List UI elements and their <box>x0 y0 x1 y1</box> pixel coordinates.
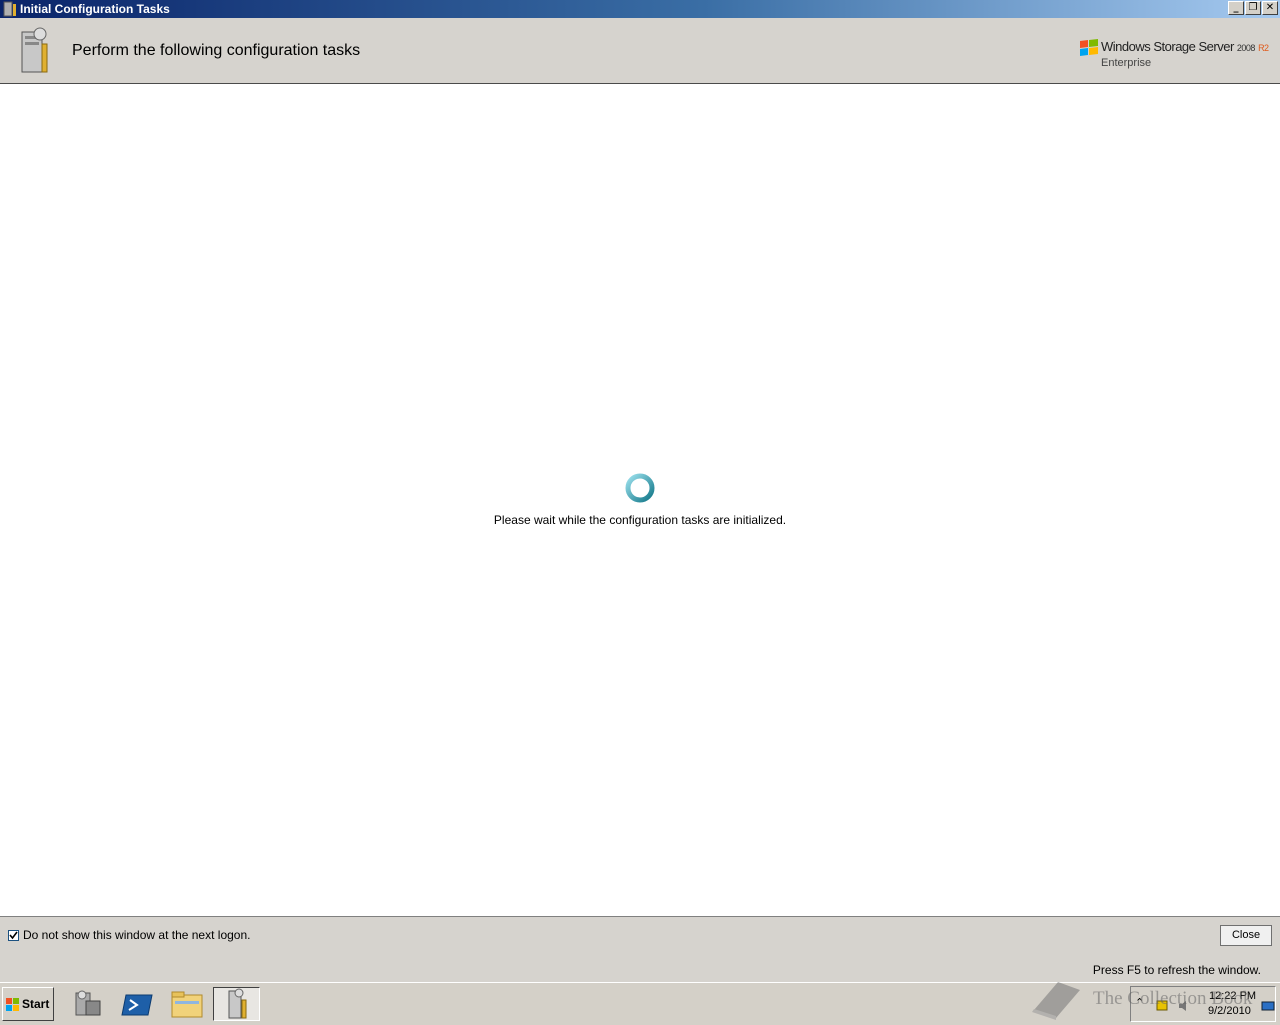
footer-bar: Do not show this window at the next logo… <box>0 916 1280 957</box>
server-manager-icon[interactable] <box>70 987 106 1021</box>
product-name: Windows Storage Server 2008 R2 <box>1101 39 1269 54</box>
loading-message: Please wait while the configuration task… <box>493 513 787 527</box>
server-tools-icon <box>21 27 48 73</box>
minimize-button[interactable]: _ <box>1228 1 1244 15</box>
windows-flag-icon <box>6 998 19 1011</box>
watermark-text: The Collection Book <box>1093 988 1253 1009</box>
header-banner: Perform the following configuration task… <box>0 18 1280 84</box>
start-button[interactable]: Start <box>2 987 54 1021</box>
book-icon <box>1032 982 1080 1020</box>
window-title: Initial Configuration Tasks <box>20 2 170 16</box>
initial-configuration-tasks-icon <box>228 988 247 1019</box>
do-not-show-label[interactable]: Do not show this window at the next logo… <box>23 928 250 942</box>
do-not-show-checkbox[interactable] <box>8 930 19 941</box>
initial-configuration-tasks-taskbar-button[interactable] <box>213 987 260 1021</box>
close-button[interactable]: Close <box>1220 925 1272 946</box>
windows-storage-server-logo: Windows Storage Server 2008 R2 Enterpris… <box>1075 36 1280 76</box>
main-content: Please wait while the configuration task… <box>0 84 1280 916</box>
refresh-hint: Press F5 to refresh the window. <box>1092 963 1261 977</box>
checkmark-icon <box>9 931 18 940</box>
title-bar: Initial Configuration Tasks _ ❐ ✕ <box>0 0 1280 18</box>
restore-button[interactable]: ❐ <box>1245 1 1261 15</box>
loading-spinner-icon <box>625 473 655 503</box>
page-heading: Perform the following configuration task… <box>72 42 361 59</box>
close-window-button[interactable]: ✕ <box>1262 1 1278 15</box>
watermark: The Collection Book <box>1028 976 1268 1024</box>
start-label: Start <box>22 997 50 1011</box>
configuration-tasks-icon <box>3 1 16 17</box>
windows-flag-icon <box>1080 39 1098 56</box>
powershell-icon[interactable] <box>120 987 156 1021</box>
explorer-icon[interactable] <box>169 987 205 1021</box>
product-edition: Enterprise <box>1101 57 1152 69</box>
